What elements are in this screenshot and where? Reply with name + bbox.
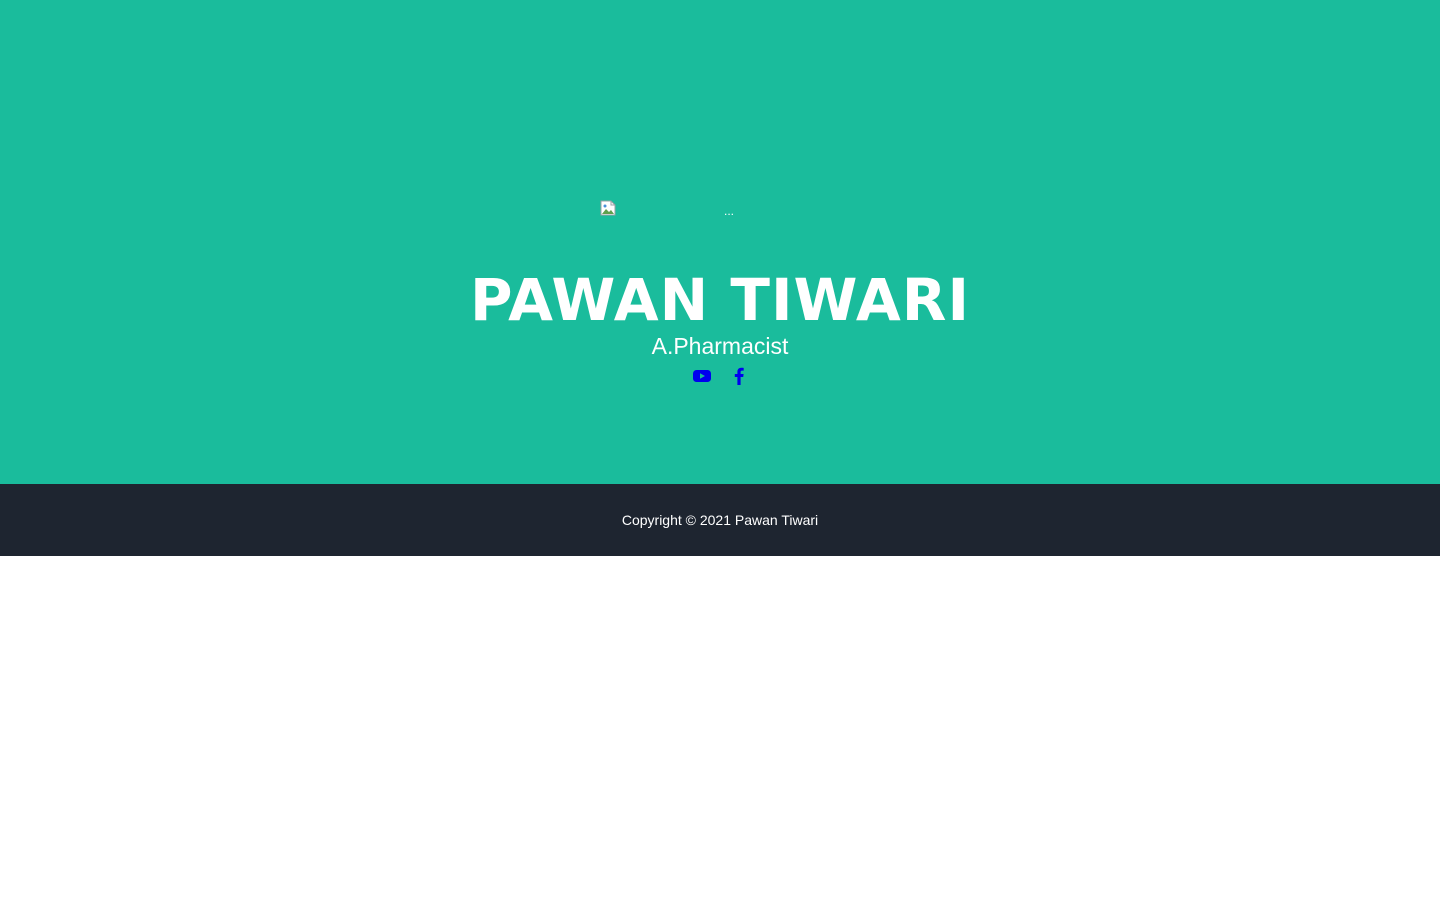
social-links — [690, 366, 760, 386]
facebook-icon — [732, 366, 754, 386]
footer: Copyright © 2021 Pawan Tiwari — [0, 484, 1440, 556]
profile-image-alt-text: ... — [724, 204, 735, 218]
hero-section: ... PAWAN TIWARI A.Pharmacist — [0, 0, 1440, 484]
copyright-text: Copyright © 2021 Pawan Tiwari — [621, 512, 819, 528]
page-title: PAWAN TIWARI — [469, 266, 971, 334]
broken-image-icon — [600, 200, 616, 216]
youtube-link[interactable] — [693, 366, 715, 386]
page-subtitle: A.Pharmacist — [651, 333, 789, 359]
facebook-link[interactable] — [732, 366, 754, 386]
youtube-icon — [693, 366, 715, 386]
profile-image: ... — [600, 200, 840, 222]
